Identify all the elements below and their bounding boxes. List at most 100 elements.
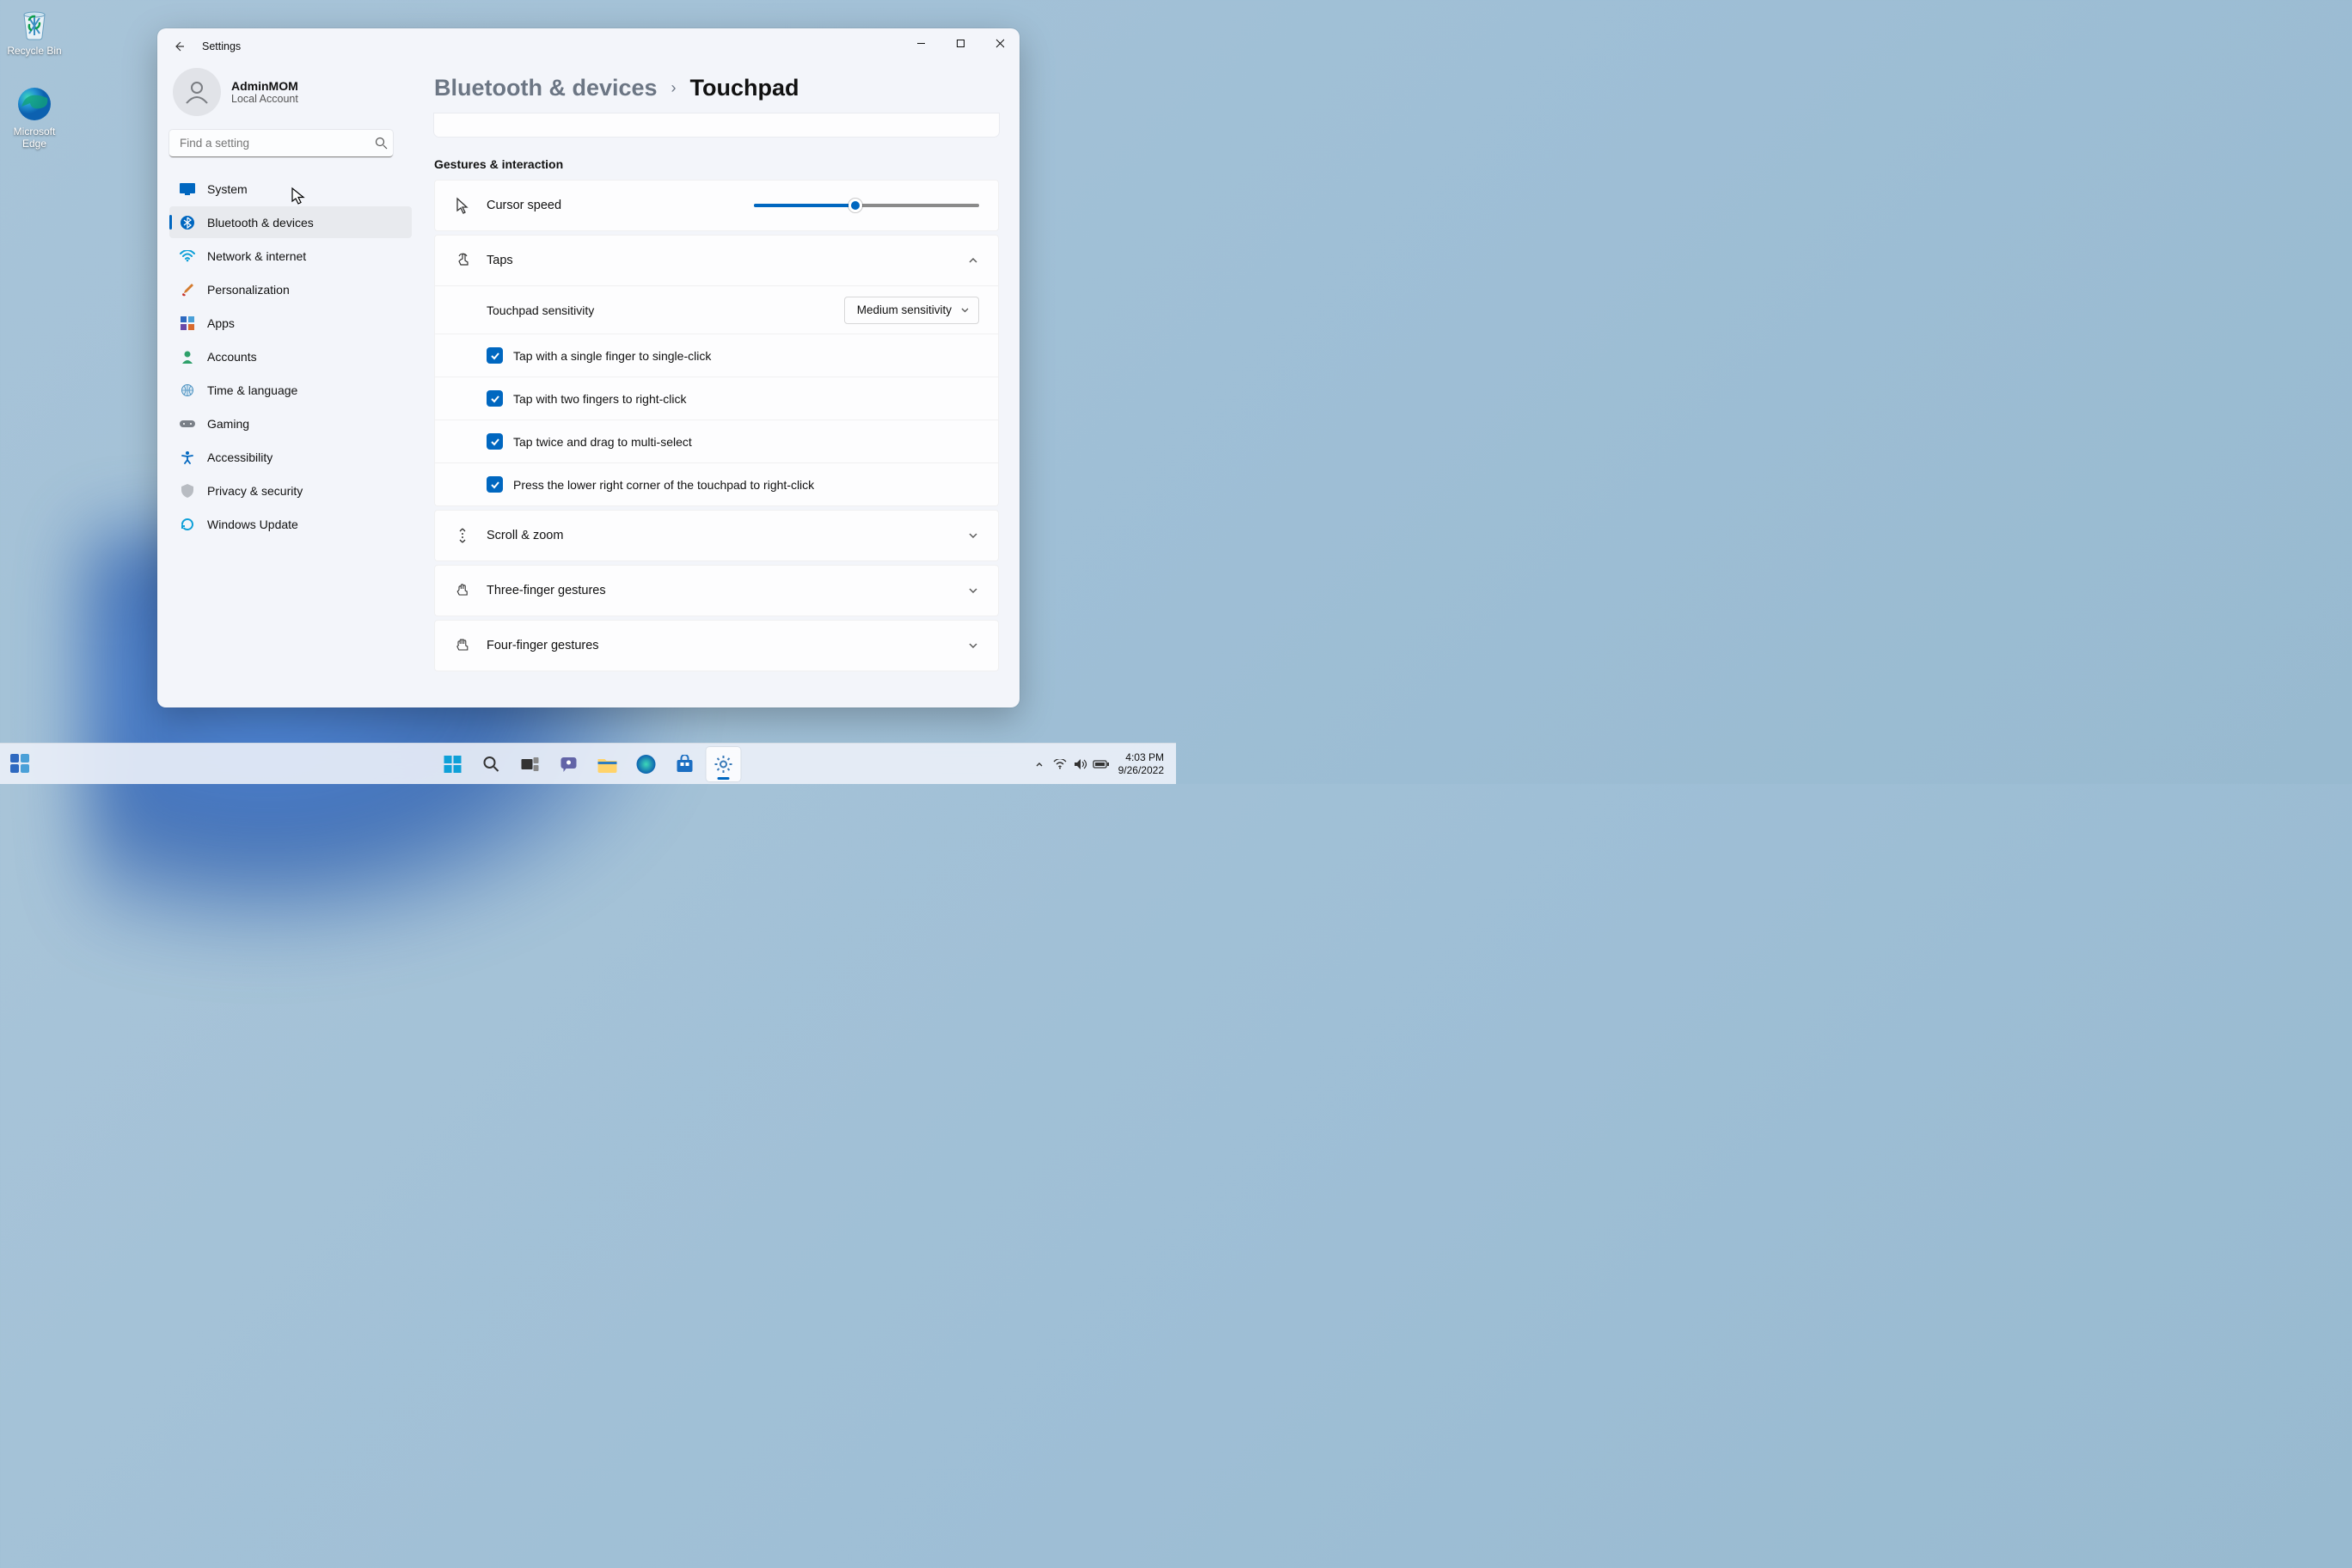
titlebar: Settings (157, 28, 1020, 64)
sidebar: AdminMOM Local Account System Bluetooth … (157, 64, 415, 707)
nav-label: Privacy & security (207, 484, 303, 498)
chevron-down-icon (967, 585, 979, 597)
file-explorer-button[interactable] (591, 747, 625, 781)
clock[interactable]: 4:03 PM 9/26/2022 (1118, 751, 1164, 777)
main-content: Bluetooth & devices › Touchpad Gestures … (415, 64, 1020, 707)
wifi-icon (180, 248, 195, 264)
four-finger-icon (454, 637, 471, 654)
checkbox-tap-drag[interactable] (487, 433, 503, 450)
nav-accessibility[interactable]: Accessibility (169, 441, 412, 473)
desktop-icon-recycle-bin[interactable]: Recycle Bin (2, 5, 67, 57)
desktop-icon-label: Recycle Bin (7, 45, 61, 57)
minimize-button[interactable] (901, 28, 940, 58)
nav-network[interactable]: Network & internet (169, 240, 412, 272)
user-type: Local Account (231, 93, 298, 105)
sensitivity-dropdown[interactable]: Medium sensitivity (844, 297, 979, 324)
nav-bluetooth-devices[interactable]: Bluetooth & devices (169, 206, 412, 238)
user-name: AdminMOM (231, 79, 298, 93)
time: 4:03 PM (1118, 751, 1164, 764)
taskbar: 4:03 PM 9/26/2022 (0, 743, 1176, 784)
search-button[interactable] (475, 747, 509, 781)
nav-label: Bluetooth & devices (207, 216, 314, 230)
row-sensitivity: Touchpad sensitivity Medium sensitivity (435, 285, 998, 334)
settings-button[interactable] (707, 747, 741, 781)
card-three-finger[interactable]: Three-finger gestures (434, 565, 999, 616)
profile[interactable]: AdminMOM Local Account (169, 64, 412, 130)
row-tap-drag: Tap twice and drag to multi-select (435, 420, 998, 462)
search-icon (375, 137, 388, 150)
edge-icon (16, 86, 52, 122)
cursor-speed-label: Cursor speed (487, 199, 561, 212)
nav-label: Network & internet (207, 249, 306, 263)
three-finger-icon (454, 582, 471, 599)
nav-gaming[interactable]: Gaming (169, 407, 412, 439)
card-placeholder (434, 113, 999, 137)
checkbox-tap-corner[interactable] (487, 476, 503, 493)
checkbox-label: Tap twice and drag to multi-select (513, 435, 692, 449)
battery-icon[interactable] (1093, 756, 1110, 773)
store-button[interactable] (668, 747, 702, 781)
card-scroll-zoom[interactable]: Scroll & zoom (434, 510, 999, 561)
nav-label: Accounts (207, 350, 257, 364)
taps-header-row[interactable]: Taps (435, 236, 998, 285)
checkbox-label: Press the lower right corner of the touc… (513, 478, 814, 492)
update-icon (180, 517, 195, 532)
widgets-button[interactable] (9, 752, 33, 776)
window-title: Settings (202, 40, 241, 52)
dropdown-value: Medium sensitivity (857, 303, 952, 316)
tray-overflow-button[interactable] (1031, 756, 1048, 773)
task-view-button[interactable] (513, 747, 548, 781)
row-tap-single: Tap with a single finger to single-click (435, 334, 998, 377)
chat-button[interactable] (552, 747, 586, 781)
accessibility-icon (180, 450, 195, 465)
game-icon (180, 416, 195, 432)
nav-system[interactable]: System (169, 173, 412, 205)
row-label: Scroll & zoom (487, 529, 563, 542)
checkbox-tap-single[interactable] (487, 347, 503, 364)
scroll-icon (454, 527, 471, 544)
checkbox-tap-two[interactable] (487, 390, 503, 407)
edge-button[interactable] (629, 747, 664, 781)
breadcrumb: Bluetooth & devices › Touchpad (434, 75, 999, 101)
avatar (173, 68, 221, 116)
person-icon (180, 349, 195, 364)
wifi-icon[interactable] (1051, 756, 1069, 773)
nav-time-language[interactable]: Time & language (169, 374, 412, 406)
tap-icon (454, 252, 471, 269)
taskbar-center (436, 747, 741, 781)
card-cursor-speed: Cursor speed (434, 180, 999, 231)
globe-icon (180, 383, 195, 398)
recycle-bin-icon (16, 5, 52, 41)
start-button[interactable] (436, 747, 470, 781)
checkbox-label: Tap with a single finger to single-click (513, 349, 711, 363)
chevron-up-icon (967, 254, 979, 266)
card-four-finger[interactable]: Four-finger gestures (434, 620, 999, 671)
breadcrumb-current: Touchpad (690, 75, 799, 101)
search-input[interactable] (169, 130, 393, 157)
system-tray: 4:03 PM 9/26/2022 (1031, 751, 1171, 777)
nav-personalization[interactable]: Personalization (169, 273, 412, 305)
cursor-icon (454, 197, 471, 214)
desktop-icon-edge[interactable]: Microsoft Edge (2, 86, 67, 150)
section-label: Gestures & interaction (434, 157, 999, 171)
nav-label: Time & language (207, 383, 297, 397)
close-button[interactable] (980, 28, 1020, 58)
taps-label: Taps (487, 254, 513, 267)
chevron-right-icon: › (671, 79, 677, 97)
back-button[interactable] (173, 40, 185, 52)
nav-apps[interactable]: Apps (169, 307, 412, 339)
shield-icon (180, 483, 195, 499)
nav-label: Accessibility (207, 450, 273, 464)
display-icon (180, 181, 195, 197)
nav-label: Apps (207, 316, 235, 330)
maximize-button[interactable] (940, 28, 980, 58)
cursor-speed-slider[interactable] (754, 204, 979, 207)
nav-privacy[interactable]: Privacy & security (169, 475, 412, 506)
brush-icon (180, 282, 195, 297)
volume-icon[interactable] (1072, 756, 1089, 773)
desktop-icon-label: Microsoft Edge (14, 126, 56, 150)
nav-accounts[interactable]: Accounts (169, 340, 412, 372)
chevron-down-icon (960, 305, 970, 315)
nav-windows-update[interactable]: Windows Update (169, 508, 412, 540)
breadcrumb-parent[interactable]: Bluetooth & devices (434, 75, 658, 101)
